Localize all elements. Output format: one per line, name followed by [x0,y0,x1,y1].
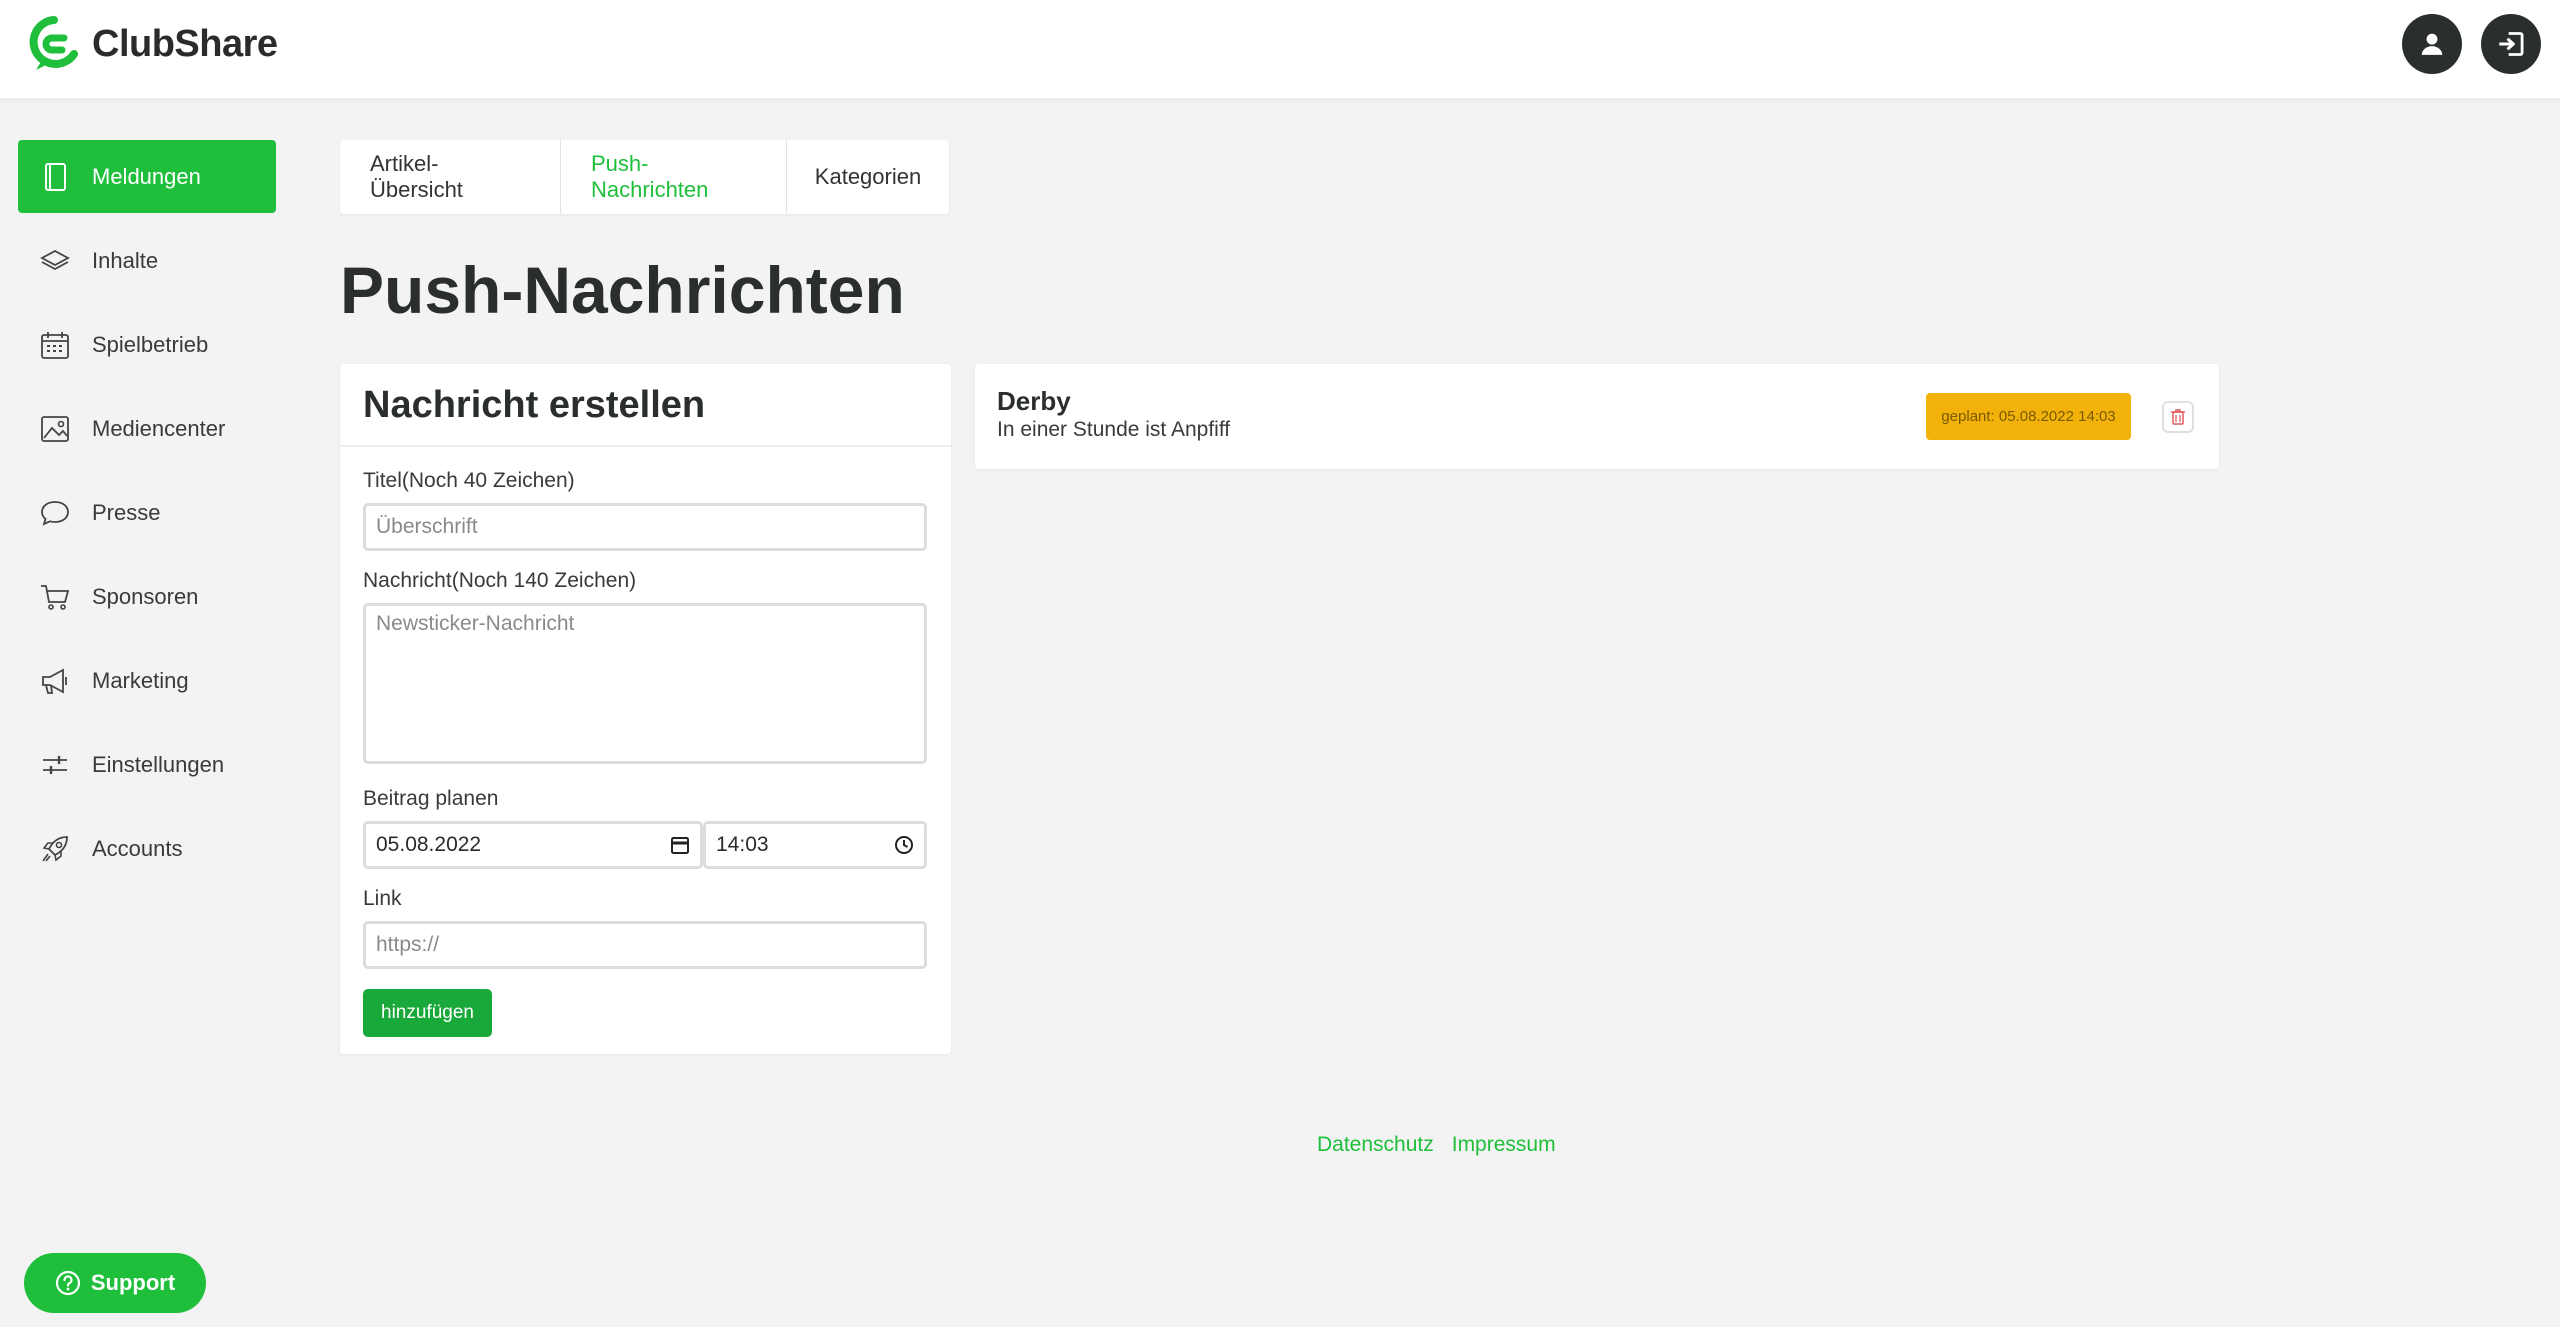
message-title: Derby [997,386,1071,416]
sidebar-item-label: Inhalte [92,247,159,273]
logout-icon [2499,32,2524,56]
sidebar-item-meldungen[interactable]: Meldungen [18,140,276,213]
create-message-card: Nachricht erstellen Titel(Noch 40 Zeiche… [340,364,951,1054]
megaphone-icon [38,664,72,698]
schedule-label: Beitrag planen [363,787,499,810]
scheduled-badge: geplant: 05.08.2022 14:03 [1926,393,2131,440]
sidebar-item-label: Marketing [92,667,189,693]
sidebar-item-label: Mediencenter [92,415,226,441]
tab-push-nachrichten[interactable]: Push-Nachrichten [561,140,787,214]
book-icon [38,160,72,194]
image-icon [38,412,72,446]
top-header: ClubShare [0,0,2560,98]
tab-kategorien[interactable]: Kategorien [787,140,949,214]
add-button[interactable]: hinzufügen [363,989,492,1037]
help-circle-icon [55,1270,80,1296]
sidebar-item-label: Spielbetrieb [92,331,209,357]
sidebar-item-label: Sponsoren [92,583,199,609]
cart-icon [38,580,72,614]
sidebar-item-label: Einstellungen [92,751,225,777]
imprint-link[interactable]: Impressum [1452,1133,1556,1157]
sidebar-item-inhalte[interactable]: Inhalte [18,224,276,297]
date-input[interactable]: 05.08.2022 [363,821,703,869]
page-title: Push-Nachrichten [340,253,905,327]
chat-bubble-icon [38,496,72,530]
sidebar-item-presse[interactable]: Presse [18,476,276,549]
link-label: Link [363,887,402,910]
time-value: 14:03 [716,833,769,856]
time-input[interactable]: 14:03 [703,821,927,869]
support-label: Support [90,1270,176,1295]
user-profile-button[interactable] [2402,14,2462,74]
footer-links: Datenschutz Impressum [1317,1133,1556,1157]
link-input[interactable] [363,921,927,969]
date-value: 05.08.2022 [376,833,482,856]
sidebar-item-label: Accounts [92,835,183,861]
support-button[interactable]: Support [24,1253,206,1313]
sidebar-item-marketing[interactable]: Marketing [18,644,276,717]
clubshare-logo-icon [29,16,78,70]
calendar-icon [38,328,72,362]
calendar-picker-icon[interactable] [670,835,690,855]
sidebar-item-mediencenter[interactable]: Mediencenter [18,392,276,465]
clock-icon[interactable] [894,835,914,855]
title-label: Titel(Noch 40 Zeichen) [363,469,575,492]
sidebar-item-sponsoren[interactable]: Sponsoren [18,560,276,633]
sidebar-nav: Meldungen Inhalte Spielbetrieb Mediencen… [18,140,276,896]
message-label: Nachricht(Noch 140 Zeichen) [363,569,637,592]
title-input[interactable] [363,503,927,551]
sidebar-item-spielbetrieb[interactable]: Spielbetrieb [18,308,276,381]
app-logo[interactable]: ClubShare [28,16,278,72]
sliders-icon [38,748,72,782]
schedule-row: 05.08.2022 14:03 [363,821,928,869]
tab-bar: Artikel-Übersicht Push-Nachrichten Kateg… [340,140,949,214]
layers-icon [38,244,72,278]
privacy-link[interactable]: Datenschutz [1317,1133,1434,1157]
sidebar-item-label: Meldungen [92,163,201,189]
form-heading: Nachricht erstellen [340,364,951,447]
message-card: Derby In einer Stunde ist Anpfiff geplan… [975,364,2219,469]
logout-button[interactable] [2481,14,2541,74]
message-textarea[interactable] [363,603,927,764]
user-icon [2421,33,2443,55]
trash-icon [2171,409,2185,425]
sidebar-item-label: Presse [92,499,161,525]
delete-message-button[interactable] [2162,401,2194,433]
sidebar-item-einstellungen[interactable]: Einstellungen [18,728,276,801]
tab-artikel-uebersicht[interactable]: Artikel-Übersicht [340,140,561,214]
message-text: In einer Stunde ist Anpfiff [997,418,1231,441]
app-name: ClubShare [92,22,278,65]
rocket-icon [38,832,72,866]
sidebar-item-accounts[interactable]: Accounts [18,812,276,885]
